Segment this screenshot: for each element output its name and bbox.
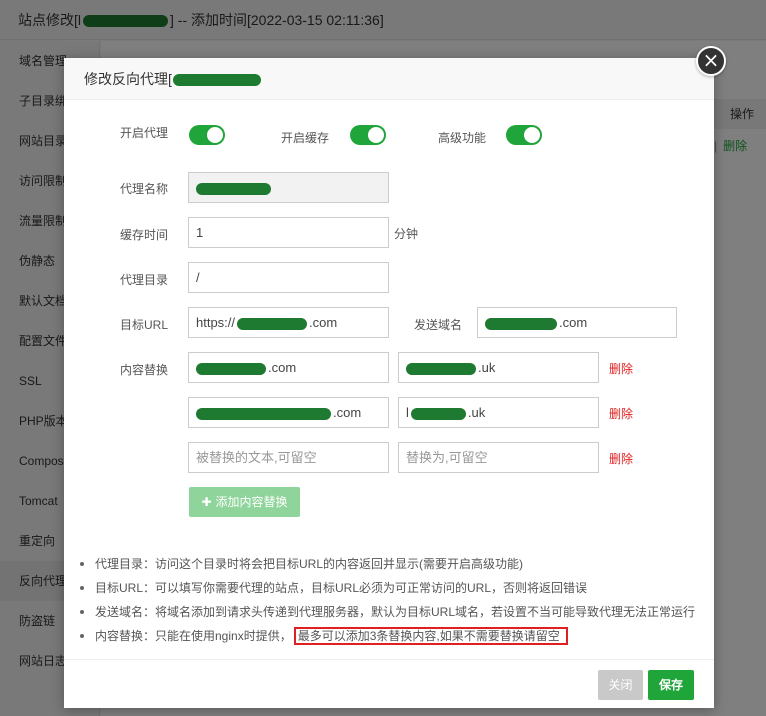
redacted-block [485, 317, 557, 330]
content-replace-label: 内容替换 [120, 363, 169, 377]
toggle-knob [207, 127, 223, 143]
note-item: 代理目录：访问这个目录时将会把目标URL的内容返回并显示(需要开启高级功能) [78, 552, 708, 576]
replace-to-suffix: .uk [467, 405, 486, 420]
add-replacement-label: 添加内容替换 [215, 495, 288, 509]
cache-time-input[interactable]: 1 [188, 217, 389, 248]
replace-from-input[interactable]: .com [188, 352, 389, 383]
note-text: 内容替换：只能在使用nginx时提供， [95, 629, 292, 643]
reverse-proxy-dialog: 修改反向代理[ 开启代理 开启缓存 高级功能 代理名称 缓存时间 1 分钟 代理… [64, 58, 714, 708]
redacted-block [172, 74, 261, 87]
cache-time-unit: 分钟 [394, 227, 419, 241]
close-icon[interactable]: × [696, 46, 726, 76]
replace-from-suffix: .com [268, 360, 297, 375]
redacted-block [237, 317, 308, 330]
add-replacement-button[interactable]: ✚ 添加内容替换 [189, 487, 300, 517]
dialog-footer: 关闭 保存 [64, 659, 714, 708]
redacted-block [410, 407, 466, 420]
enable-proxy-label: 开启代理 [120, 126, 169, 140]
replace-from-input[interactable]: 被替换的文本,可留空 [188, 442, 389, 473]
advanced-label: 高级功能 [438, 131, 487, 145]
enable-cache-toggle[interactable] [350, 125, 386, 145]
replace-from-suffix: .com [333, 405, 362, 420]
dialog-title-text: 修改反向代理[ [84, 71, 172, 87]
redacted-block [196, 407, 331, 420]
toggle-knob [368, 127, 384, 143]
replace-from-input[interactable]: .com [188, 397, 389, 428]
target-url-prefix: https:// [196, 315, 236, 330]
replace-to-prefix: l [406, 405, 409, 420]
replace-to-input[interactable]: .uk [398, 352, 599, 383]
save-button[interactable]: 保存 [648, 670, 694, 700]
replace-to-input[interactable]: 替换为,可留空 [398, 442, 599, 473]
proxy-name-field [188, 172, 389, 203]
proxy-name-label: 代理名称 [120, 182, 169, 196]
proxy-dir-input[interactable]: / [188, 262, 389, 293]
send-domain-suffix: .com [559, 315, 588, 330]
send-domain-input[interactable]: .com [477, 307, 677, 338]
toggle-knob [524, 127, 540, 143]
close-button[interactable]: 关闭 [598, 670, 643, 700]
proxy-dir-label: 代理目录 [120, 273, 169, 287]
delete-replacement-link[interactable]: 删除 [609, 360, 633, 377]
target-url-input[interactable]: https:// .com [188, 307, 389, 338]
note-item: 内容替换：只能在使用nginx时提供， 最多可以添加3条替换内容,如果不需要替换请… [78, 624, 708, 648]
redacted-block [196, 182, 271, 195]
note-item: 发送域名：将域名添加到请求头传递到代理服务器，默认为目标URL域名，若设置不当可… [78, 600, 708, 624]
plus-icon: ✚ [201, 495, 212, 509]
highlighted-note: 最多可以添加3条替换内容,如果不需要替换请留空 [293, 627, 568, 645]
target-url-label: 目标URL [120, 318, 169, 332]
redacted-block [196, 362, 266, 375]
replace-to-suffix: .uk [478, 360, 496, 375]
note-item: 目标URL：可以填写你需要代理的站点，目标URL必须为可正常访问的URL，否则将… [78, 576, 708, 600]
enable-proxy-toggle[interactable] [189, 125, 225, 145]
dialog-title: 修改反向代理[ [64, 58, 714, 100]
redacted-block [406, 362, 476, 375]
delete-replacement-link[interactable]: 删除 [609, 450, 633, 467]
target-url-suffix: .com [309, 315, 338, 330]
advanced-toggle[interactable] [506, 125, 542, 145]
cache-time-label: 缓存时间 [120, 228, 169, 242]
replace-to-input[interactable]: l .uk [398, 397, 599, 428]
delete-replacement-link[interactable]: 删除 [609, 405, 633, 422]
enable-cache-label: 开启缓存 [281, 131, 330, 145]
send-domain-label: 发送域名 [414, 318, 463, 332]
help-notes: 代理目录：访问这个目录时将会把目标URL的内容返回并显示(需要开启高级功能) 目… [78, 552, 708, 648]
